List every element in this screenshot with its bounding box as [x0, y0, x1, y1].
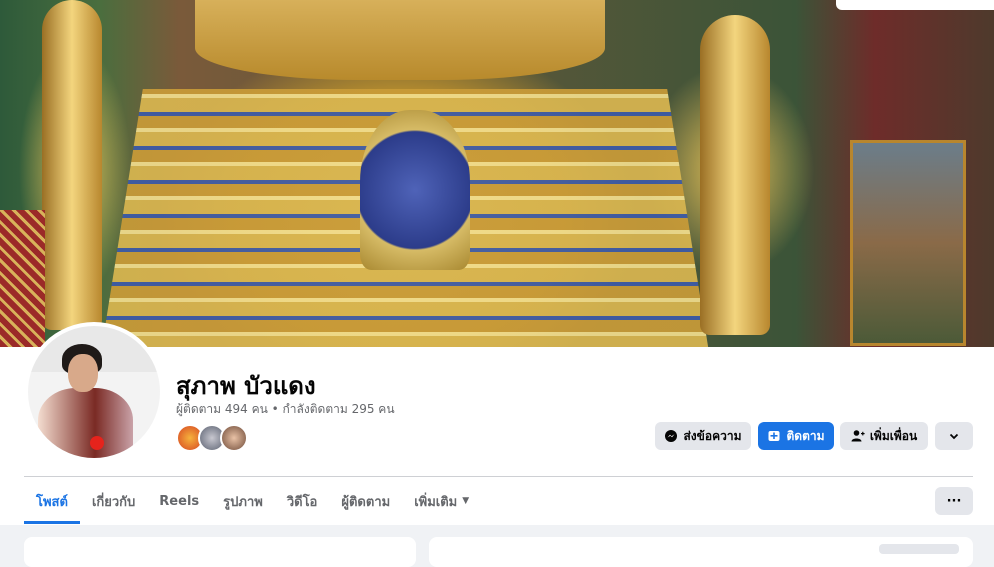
cover-fabric: [0, 210, 45, 347]
ellipsis-icon: ···: [946, 493, 962, 509]
cover-wall-painting: [850, 140, 966, 346]
tab-options-button[interactable]: ···: [935, 487, 973, 515]
cover-statue-right: [700, 15, 770, 335]
follow-button-label: ติดตาม: [786, 428, 825, 443]
message-button[interactable]: ส่งข้อความ: [655, 422, 751, 450]
cover-altar-emblem: [360, 110, 470, 270]
intro-card: [24, 537, 416, 567]
top-overlay-box: [836, 0, 994, 10]
filter-button[interactable]: [879, 544, 959, 554]
profile-stats[interactable]: ผู้ติดตาม 494 คน • กำลังติดตาม 295 คน: [176, 400, 395, 419]
header-divider: [24, 476, 973, 477]
tab-about[interactable]: เกี่ยวกับ: [80, 478, 147, 524]
cover-statue-left: [42, 0, 102, 330]
tab-posts[interactable]: โพสต์: [24, 478, 80, 524]
message-button-label: ส่งข้อความ: [683, 428, 742, 443]
follow-icon: [767, 429, 781, 443]
add-friend-button[interactable]: เพิ่มเพื่อน: [840, 422, 928, 450]
cover-buddha-statue: [195, 0, 605, 80]
person-add-icon: [851, 429, 865, 443]
cover-photo[interactable]: [0, 0, 994, 347]
chevron-down-icon: [948, 430, 960, 442]
more-options-button[interactable]: [935, 422, 973, 450]
tab-videos[interactable]: วิดีโอ: [275, 478, 330, 524]
profile-tabs: โพสต์ เกี่ยวกับ Reels รูปภาพ วิดีโอ ผู้ต…: [24, 478, 481, 524]
tab-reels[interactable]: Reels: [147, 478, 211, 524]
mutual-friends-avatars[interactable]: [176, 424, 256, 452]
messenger-icon: [664, 429, 678, 443]
follow-button[interactable]: ติดตาม: [758, 422, 834, 450]
profile-avatar[interactable]: [24, 322, 164, 462]
caret-down-icon: ▼: [462, 496, 470, 506]
tab-photos[interactable]: รูปภาพ: [211, 478, 275, 524]
friend-avatar[interactable]: [220, 424, 248, 452]
add-friend-button-label: เพิ่มเพื่อน: [869, 428, 918, 443]
avatar-image: [28, 326, 160, 458]
tab-followers[interactable]: ผู้ติดตาม: [329, 478, 402, 524]
tab-more[interactable]: เพิ่มเติม ▼: [402, 478, 481, 524]
posts-card: [429, 537, 973, 567]
